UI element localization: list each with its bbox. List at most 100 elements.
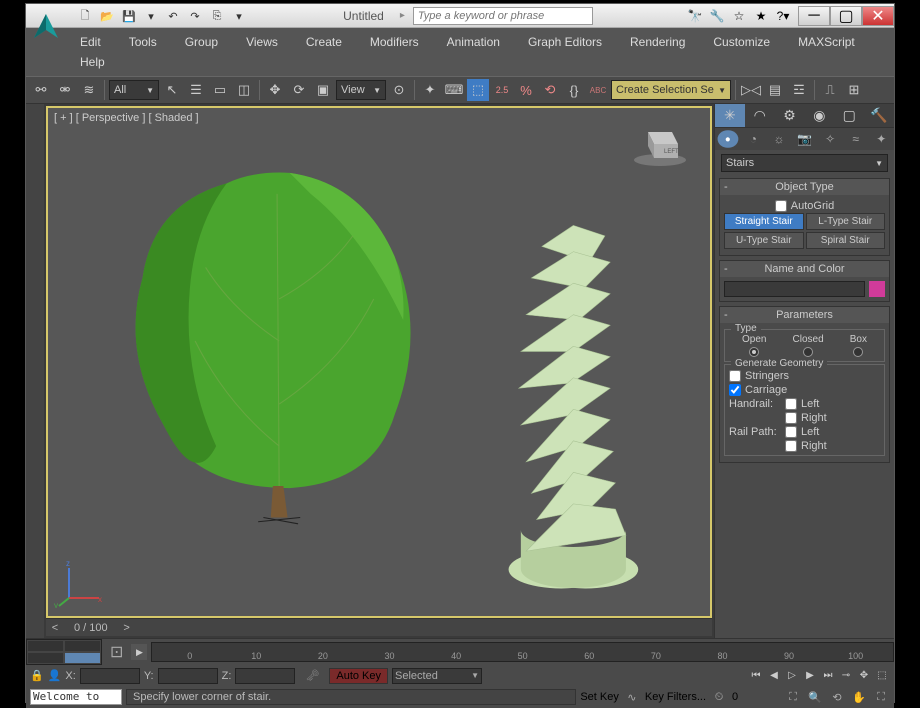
current-frame-field[interactable]: 0: [732, 691, 780, 703]
scroll-right-button[interactable]: >: [118, 622, 136, 634]
rollout-header-name-color[interactable]: -Name and Color: [720, 261, 889, 277]
save-icon[interactable]: 💾: [120, 8, 138, 26]
type-open-radio[interactable]: Open: [742, 334, 766, 359]
select-icon[interactable]: ↖: [161, 79, 183, 101]
max-toggle-icon[interactable]: ⛶: [872, 688, 890, 706]
rollout-header-parameters[interactable]: -Parameters: [720, 307, 889, 323]
subtab-systems[interactable]: ✦: [868, 128, 894, 150]
handrail-left-checkbox[interactable]: [785, 398, 797, 410]
percent-snap-icon[interactable]: %: [515, 79, 537, 101]
favorite-icon[interactable]: ★: [752, 7, 770, 25]
keyfilters-button[interactable]: Key Filters...: [645, 691, 706, 703]
railpath-right-checkbox[interactable]: [785, 440, 797, 452]
prev-frame-icon[interactable]: ◀: [766, 668, 782, 684]
tab-utilities[interactable]: 🔨: [864, 104, 894, 127]
object-name-field[interactable]: [724, 281, 865, 297]
subtab-spacewarps[interactable]: ≈: [843, 128, 869, 150]
wrench-icon[interactable]: 🔧: [708, 7, 726, 25]
rotate-icon[interactable]: ⟳: [288, 79, 310, 101]
manipulate-icon[interactable]: ✦: [419, 79, 441, 101]
carriage-checkbox[interactable]: [729, 384, 741, 396]
mirror-icon[interactable]: ▷◁: [740, 79, 762, 101]
menu-maxscript[interactable]: MAXScript: [784, 32, 869, 52]
track-config-icon[interactable]: ⊡: [110, 642, 123, 662]
nav-select-icon[interactable]: ⬚: [874, 668, 890, 684]
subtab-cameras[interactable]: 📷: [792, 128, 818, 150]
redo-icon[interactable]: ↷: [186, 8, 204, 26]
key-tangent-icon[interactable]: ∿: [623, 688, 641, 706]
play-icon[interactable]: ▷: [784, 668, 800, 684]
x-field[interactable]: [80, 668, 140, 684]
spiral-stair-button[interactable]: Spiral Stair: [806, 232, 886, 249]
maximize-button[interactable]: ▢: [830, 6, 862, 26]
help-icon[interactable]: ?▾: [774, 7, 792, 25]
isolate-icon[interactable]: 👤: [48, 669, 62, 682]
new-icon[interactable]: 🗋: [76, 8, 94, 26]
stringers-checkbox[interactable]: [729, 370, 741, 382]
selection-filter-dropdown[interactable]: All▼: [109, 80, 159, 100]
type-closed-radio[interactable]: Closed: [793, 334, 824, 359]
category-dropdown[interactable]: Stairs▼: [721, 154, 888, 172]
subtab-geometry[interactable]: ●: [718, 130, 738, 148]
scroll-left-button[interactable]: <: [46, 622, 64, 634]
y-field[interactable]: [158, 668, 218, 684]
key-step-icon[interactable]: ⊸: [838, 668, 854, 684]
keymode-dropdown[interactable]: Selected▼: [392, 668, 482, 684]
next-frame-icon[interactable]: ▶: [802, 668, 818, 684]
binoculars-icon[interactable]: 🔭: [686, 7, 704, 25]
link-icon[interactable]: ⎘: [208, 8, 226, 26]
link-icon[interactable]: ⚯: [30, 79, 52, 101]
move-icon[interactable]: ✥: [264, 79, 286, 101]
menu-views[interactable]: Views: [232, 32, 292, 52]
tab-display[interactable]: ▢: [834, 104, 864, 127]
subtab-shapes[interactable]: ◔: [741, 128, 767, 150]
orbit-icon[interactable]: ⟲: [828, 688, 846, 706]
l-type-stair-button[interactable]: L-Type Stair: [806, 213, 886, 230]
time-config-icon[interactable]: ⏲: [710, 688, 728, 706]
abc-icon[interactable]: ABC: [587, 79, 609, 101]
rollout-header-object-type[interactable]: -Object Type: [720, 179, 889, 195]
left-toolbar[interactable]: [26, 104, 44, 638]
setkey-button[interactable]: Set Key: [580, 691, 619, 703]
autogrid-checkbox[interactable]: [775, 200, 787, 212]
type-box-radio[interactable]: Box: [850, 334, 867, 359]
star-icon[interactable]: ☆: [730, 7, 748, 25]
menu-create[interactable]: Create: [292, 32, 356, 52]
viewport-layout-switcher[interactable]: [26, 639, 102, 665]
timeline[interactable]: 0 10 20 30 40 50 60 70 80 90 100: [151, 642, 894, 662]
search-input[interactable]: [413, 7, 593, 25]
key-icon[interactable]: 🗝: [305, 669, 319, 682]
subtab-lights[interactable]: ☼: [766, 128, 792, 150]
menu-grapheditors[interactable]: Graph Editors: [514, 32, 616, 52]
menu-rendering[interactable]: Rendering: [616, 32, 699, 52]
ref-coord-dropdown[interactable]: View▼: [336, 80, 386, 100]
schematic-icon[interactable]: ⊞: [843, 79, 865, 101]
angle-snap-icon[interactable]: 2.5: [491, 79, 513, 101]
play-expand-icon[interactable]: ▶: [131, 644, 147, 660]
pan-icon[interactable]: ✋: [850, 688, 868, 706]
close-button[interactable]: ✕: [862, 6, 894, 26]
undo-icon[interactable]: ↶: [164, 8, 182, 26]
z-field[interactable]: [235, 668, 295, 684]
nav-pan-icon[interactable]: ✥: [856, 668, 872, 684]
maxscript-mini[interactable]: Welcome to M:: [30, 689, 122, 705]
menu-animation[interactable]: Animation: [433, 32, 514, 52]
window-crossing-icon[interactable]: ◫: [233, 79, 255, 101]
unlink-icon[interactable]: ⚮: [54, 79, 76, 101]
keymode-icon[interactable]: ⌨: [443, 79, 465, 101]
curve-editor-icon[interactable]: ⎍: [819, 79, 841, 101]
bind-icon[interactable]: ≋: [78, 79, 100, 101]
app-icon[interactable]: [30, 10, 62, 42]
select-name-icon[interactable]: ☰: [185, 79, 207, 101]
selection-set-dropdown[interactable]: Create Selection Se▼: [611, 80, 731, 100]
open-icon[interactable]: 📂: [98, 8, 116, 26]
goto-start-icon[interactable]: ⏮: [748, 668, 764, 684]
selection-lock-icon[interactable]: 🔒: [30, 669, 44, 682]
u-type-stair-button[interactable]: U-Type Stair: [724, 232, 804, 249]
menu-edit[interactable]: Edit: [66, 32, 115, 52]
menu-tools[interactable]: Tools: [115, 32, 171, 52]
scale-icon[interactable]: ▣: [312, 79, 334, 101]
align-icon[interactable]: ▤: [764, 79, 786, 101]
subtab-helpers[interactable]: ✧: [817, 128, 843, 150]
railpath-left-checkbox[interactable]: [785, 426, 797, 438]
